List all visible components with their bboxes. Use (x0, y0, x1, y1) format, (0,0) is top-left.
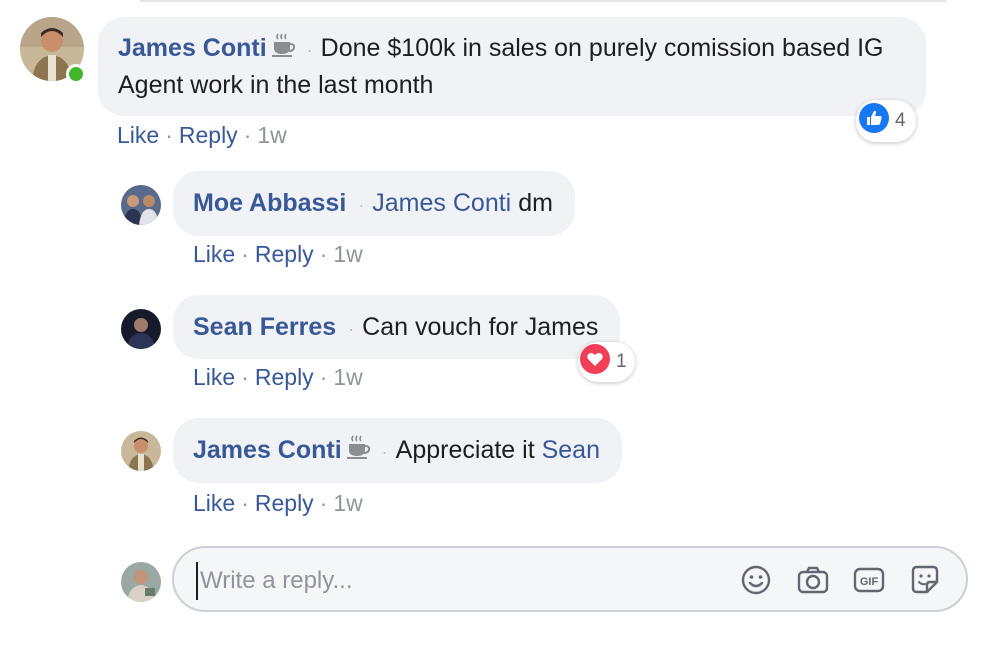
avatar-moe-abbassi[interactable] (121, 185, 161, 225)
timestamp[interactable]: 1w (333, 364, 362, 390)
like-link[interactable]: Like (193, 241, 235, 267)
comment-author[interactable]: James Conti (118, 34, 267, 62)
avatar-sean-ferres[interactable] (121, 309, 161, 349)
mention-link[interactable]: Sean (542, 436, 600, 464)
reply-text: Can vouch for James (362, 313, 599, 341)
separator-dot: · (381, 442, 388, 462)
separator-dot: · (306, 40, 313, 60)
avatar-current-user (121, 562, 161, 602)
like-icon (859, 103, 889, 139)
reply-actions: Like · Reply · 1w (193, 241, 363, 267)
avatar-james-conti[interactable] (121, 431, 161, 471)
reply-bubble: Sean Ferres · Can vouch for James (173, 295, 621, 359)
like-link[interactable]: Like (193, 490, 235, 516)
reply-text: Appreciate it (395, 436, 535, 464)
emoji-icon[interactable] (739, 563, 773, 597)
comment-actions: Like · Reply · 1w (117, 122, 287, 148)
reply-author[interactable]: James Conti (193, 436, 342, 464)
reaction-count: 1 (616, 351, 627, 372)
timestamp[interactable]: 1w (333, 490, 362, 516)
online-indicator (66, 64, 86, 84)
reply-bubble: James Conti · Appreciate it Sean (173, 418, 622, 483)
gif-icon[interactable]: GIF (852, 563, 886, 597)
reply-text: dm (518, 189, 553, 217)
reply-actions: Like · Reply · 1w (193, 490, 363, 516)
mention-link[interactable]: James Conti (372, 189, 511, 217)
reply-composer: GIF (172, 546, 968, 612)
like-link[interactable]: Like (193, 364, 235, 390)
reply-author[interactable]: Sean Ferres (193, 313, 336, 341)
timestamp[interactable]: 1w (257, 122, 286, 148)
reply-bubble: Moe Abbassi · James Conti dm (173, 171, 575, 236)
coffee-cup-icon (271, 32, 295, 68)
sticker-icon[interactable] (908, 563, 942, 597)
coffee-cup-icon (346, 434, 370, 470)
svg-text:GIF: GIF (860, 576, 879, 588)
separator-dot: · (358, 195, 365, 215)
reply-link[interactable]: Reply (255, 490, 314, 516)
reply-link[interactable]: Reply (255, 364, 314, 390)
separator-dot: · (348, 319, 355, 339)
reply-author[interactable]: Moe Abbassi (193, 189, 346, 217)
camera-icon[interactable] (796, 563, 830, 597)
divider-line (140, 0, 946, 2)
reply-link[interactable]: Reply (255, 241, 314, 267)
love-icon (580, 344, 610, 380)
timestamp[interactable]: 1w (333, 241, 362, 267)
reply-link[interactable]: Reply (179, 122, 238, 148)
like-link[interactable]: Like (117, 122, 159, 148)
reply-input[interactable] (196, 562, 722, 600)
comment-bubble: James Conti · Done $100k in sales on purel… (98, 17, 926, 116)
reaction-count: 4 (895, 110, 906, 131)
reaction-summary[interactable]: 1 (578, 342, 635, 382)
reply-actions: Like · Reply · 1w (193, 364, 363, 390)
reaction-summary[interactable]: 4 (856, 100, 916, 142)
